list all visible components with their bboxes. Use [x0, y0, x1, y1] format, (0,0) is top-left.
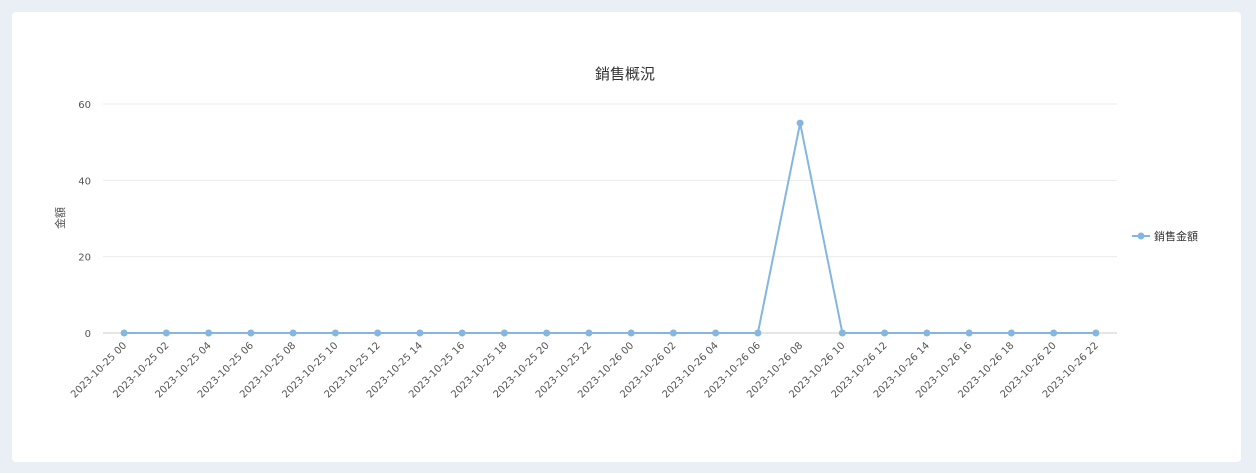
- y-tick-labels: 0 20 40 60: [78, 100, 91, 340]
- y-tick-label: 60: [78, 100, 91, 111]
- data-point[interactable]: [458, 329, 466, 337]
- data-point[interactable]: [289, 329, 297, 337]
- legend-swatch-marker: [1137, 232, 1145, 240]
- data-point[interactable]: [627, 329, 635, 337]
- data-point[interactable]: [1007, 329, 1015, 337]
- data-point[interactable]: [1050, 329, 1058, 337]
- data-point[interactable]: [965, 329, 973, 337]
- sales-line-chart: 銷售概況 金額 0 20 40 60 2023-10-25 002023-10-25 …: [53, 65, 1198, 400]
- y-axis-label: 金額: [53, 207, 67, 229]
- data-point[interactable]: [796, 119, 804, 127]
- x-tick-labels: 2023-10-25 002023-10-25 022023-10-25 042…: [69, 340, 1101, 400]
- data-point[interactable]: [331, 329, 339, 337]
- y-tick-label: 20: [78, 253, 91, 264]
- legend-item-label[interactable]: 銷售金額: [1154, 229, 1198, 243]
- data-point[interactable]: [585, 329, 593, 337]
- data-point[interactable]: [500, 329, 508, 337]
- data-point[interactable]: [881, 329, 889, 337]
- data-point[interactable]: [543, 329, 551, 337]
- data-point[interactable]: [923, 329, 931, 337]
- data-point[interactable]: [1092, 329, 1100, 337]
- grid-lines: [103, 103, 1117, 334]
- series-line: [124, 122, 1096, 334]
- legend[interactable]: 銷售金額: [1132, 229, 1198, 243]
- y-tick-label: 40: [78, 176, 91, 187]
- data-point[interactable]: [205, 329, 213, 337]
- data-point[interactable]: [669, 329, 677, 337]
- data-point[interactable]: [120, 329, 128, 337]
- data-point[interactable]: [162, 329, 170, 337]
- data-point[interactable]: [416, 329, 424, 337]
- data-point[interactable]: [754, 329, 762, 337]
- chart-card: 銷售概況 金額 0 20 40 60 2023-10-25 00 2023-10-25 …: [12, 12, 1241, 462]
- data-point[interactable]: [838, 329, 846, 337]
- chart-title: 銷售概況: [595, 65, 655, 83]
- data-point[interactable]: [712, 329, 720, 337]
- y-tick-label: 0: [85, 329, 91, 340]
- series-layer: [120, 119, 1100, 337]
- data-point[interactable]: [374, 329, 382, 337]
- data-point[interactable]: [247, 329, 255, 337]
